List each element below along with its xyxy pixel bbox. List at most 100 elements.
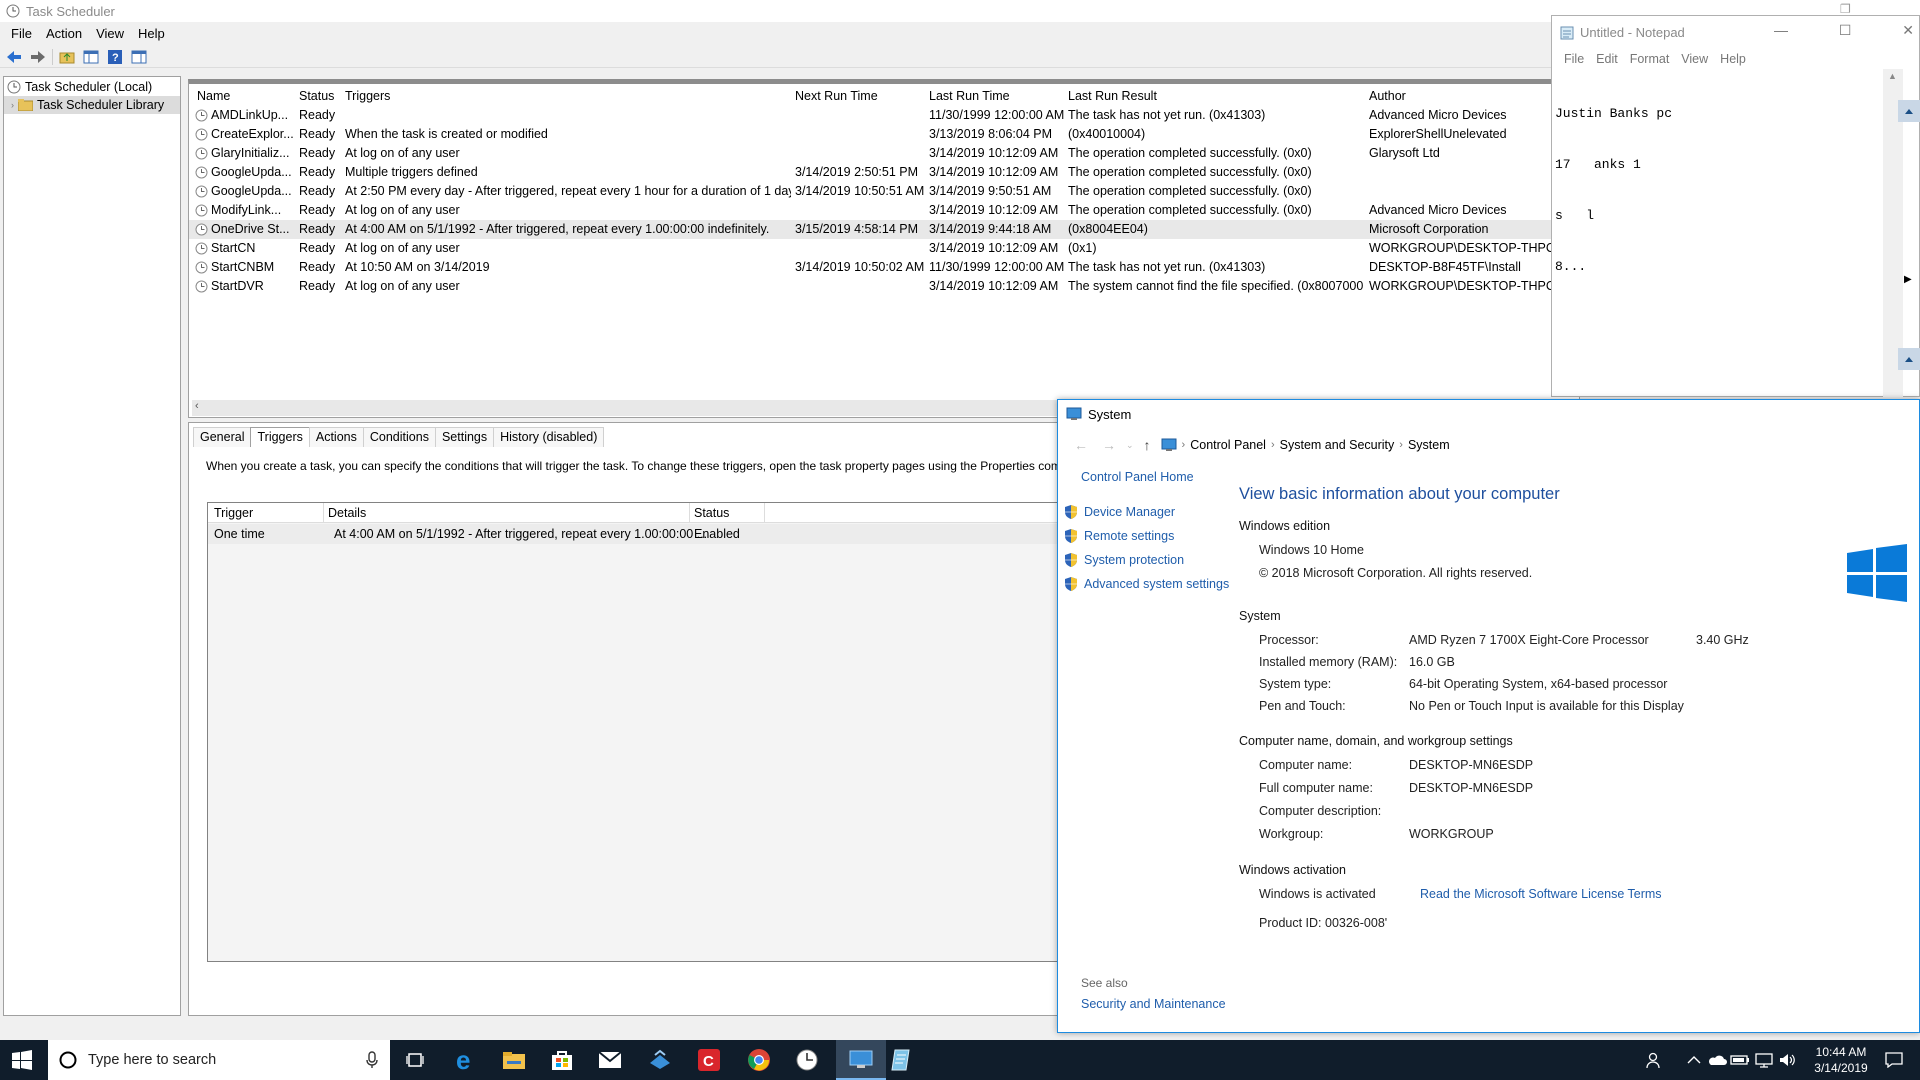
scroll-up-icon[interactable]: ▲ (1888, 71, 1897, 81)
breadcrumb-system[interactable]: System (1408, 438, 1450, 452)
shield-icon (1064, 528, 1078, 544)
up-arrow-icon[interactable]: ↑ (1144, 437, 1151, 453)
table-row[interactable]: GoogleUpda... Ready Multiple triggers defi… (189, 163, 1589, 182)
expand-arrow-icon[interactable]: ▶ (1904, 274, 1912, 285)
tree-item-local[interactable]: Task Scheduler (Local) (4, 78, 180, 96)
column-header[interactable]: Status (694, 506, 729, 520)
table-row[interactable]: StartCNBM Ready At 10:50 AM on 3/14/2019 3/… (189, 258, 1589, 277)
network-app-icon[interactable] (646, 1046, 674, 1074)
task-triggers: When the task is created or modified (345, 127, 548, 141)
task-last-run: 3/14/2019 10:12:09 AM (929, 146, 1059, 160)
column-header[interactable]: Status (299, 89, 334, 103)
menu-edit[interactable]: Edit (1590, 52, 1624, 66)
system-taskbar-button[interactable] (836, 1040, 886, 1080)
notepad-text-area[interactable]: Justin Banks pc 17 anks 1 s l 8... (1555, 71, 1885, 391)
ccleaner-icon[interactable]: C (695, 1046, 723, 1074)
microphone-icon[interactable] (366, 1051, 378, 1069)
back-arrow-icon[interactable]: ← (1074, 437, 1088, 453)
minimize-icon[interactable]: — (1774, 22, 1788, 39)
table-row[interactable]: CreateExplor... Ready When the task is cre… (189, 125, 1589, 144)
column-header[interactable]: Trigger (214, 506, 253, 520)
device-manager-link[interactable]: Device Manager (1064, 502, 1175, 522)
folder-up-icon[interactable] (57, 47, 77, 67)
file-explorer-icon[interactable] (500, 1046, 528, 1074)
menu-help[interactable]: Help (131, 26, 172, 41)
show-hide-pane-icon[interactable] (81, 47, 101, 67)
table-row[interactable]: StartDVR Ready At log on of any user 3/14/2… (189, 277, 1589, 296)
table-row[interactable]: AMDLinkUp... Ready 11/30/1999 12:00:00 AM T… (189, 106, 1589, 125)
tab-settings[interactable]: Settings (434, 427, 495, 447)
task-result: The operation completed successfully. (0… (1068, 203, 1312, 217)
column-header[interactable]: Author (1369, 89, 1406, 103)
scroll-left-icon[interactable]: ‹ (195, 400, 199, 412)
maximize-icon[interactable]: ☐ (1839, 22, 1852, 39)
store-icon[interactable] (548, 1046, 576, 1074)
search-box[interactable]: Type here to search (48, 1040, 390, 1080)
back-arrow-icon[interactable] (4, 47, 24, 67)
clock[interactable]: 10:44 AM 3/14/2019 (1808, 1044, 1874, 1076)
scroll-up-icon[interactable] (1898, 348, 1920, 370)
tab-general[interactable]: General (193, 427, 252, 447)
breadcrumb-control-panel[interactable]: Control Panel (1190, 438, 1266, 452)
table-row[interactable]: GlaryInitializ... Ready At log on of any u… (189, 144, 1589, 163)
help-icon[interactable]: ? (105, 47, 125, 67)
menu-view[interactable]: View (89, 26, 131, 41)
remote-settings-link[interactable]: Remote settings (1064, 526, 1174, 546)
system-protection-link[interactable]: System protection (1064, 550, 1184, 570)
chevron-right-icon[interactable]: › (11, 100, 14, 110)
task-last-run: 3/14/2019 10:12:09 AM (929, 203, 1059, 217)
menu-format[interactable]: Format (1624, 52, 1676, 66)
table-row[interactable]: One time At 4:00 AM on 5/1/1992 - After … (208, 524, 1066, 544)
menu-file[interactable]: File (1558, 52, 1590, 66)
table-row[interactable]: OneDrive St... Ready At 4:00 AM on 5/1/199… (189, 220, 1589, 239)
chevron-down-icon[interactable]: ⌄ (1126, 440, 1134, 451)
control-panel-home-link[interactable]: Control Panel Home (1081, 467, 1194, 487)
people-icon[interactable] (1641, 1046, 1669, 1074)
clock-time: 10:44 AM (1815, 1045, 1867, 1059)
column-header[interactable]: Triggers (345, 89, 390, 103)
tab-actions[interactable]: Actions (308, 427, 364, 447)
menu-help[interactable]: Help (1714, 52, 1752, 66)
breadcrumb-system-security[interactable]: System and Security (1280, 438, 1395, 452)
column-header[interactable]: Name (197, 89, 230, 103)
column-header[interactable]: Details (328, 506, 366, 520)
task-next-run: 3/15/2019 4:58:14 PM (795, 222, 919, 236)
scroll-up-icon[interactable] (1898, 100, 1920, 122)
column-header[interactable]: Next Run Time (795, 89, 878, 103)
mail-icon[interactable] (596, 1046, 624, 1074)
menu-file[interactable]: File (4, 26, 39, 41)
menu-bar: File Action View Help (0, 23, 172, 43)
task-result: The operation completed successfully. (0… (1068, 184, 1312, 198)
table-row[interactable]: StartCN Ready At log on of any user 3/14/20… (189, 239, 1589, 258)
advanced-system-settings-link[interactable]: Advanced system settings (1064, 574, 1229, 594)
notepad-taskbar-icon[interactable] (888, 1046, 916, 1074)
task-scheduler-icon[interactable] (793, 1046, 821, 1074)
processor-value: AMD Ryzen 7 1700X Eight-Core Processor (1409, 633, 1649, 647)
forward-arrow-icon[interactable] (28, 47, 48, 67)
volume-icon[interactable] (1773, 1046, 1801, 1074)
action-center-icon[interactable] (1880, 1046, 1908, 1074)
tree-item-library[interactable]: › Task Scheduler Library (4, 96, 180, 114)
tab-conditions[interactable]: Conditions (362, 427, 436, 447)
forward-arrow-icon[interactable]: → (1102, 437, 1116, 453)
menu-view[interactable]: View (1675, 52, 1714, 66)
start-button[interactable] (12, 1050, 32, 1070)
task-clock-icon (195, 128, 208, 141)
column-header[interactable]: Last Run Time (929, 89, 1010, 103)
windows-edition-section: Windows edition (1239, 519, 1331, 533)
tab-triggers[interactable]: Triggers (250, 427, 310, 447)
column-header[interactable]: Last Run Result (1068, 89, 1157, 103)
tab-history[interactable]: History (disabled) (493, 427, 605, 447)
task-triggers: At log on of any user (345, 241, 460, 255)
properties-pane-icon[interactable] (129, 47, 149, 67)
chrome-icon[interactable] (745, 1046, 773, 1074)
close-icon[interactable]: ✕ (1902, 22, 1914, 39)
license-terms-link[interactable]: Read the Microsoft Software License Term… (1420, 887, 1662, 901)
table-row[interactable]: GoogleUpda... Ready At 2:50 PM every day -… (189, 182, 1589, 201)
address-bar: ← → ⌄ ↑ › Control Panel › System and Sec… (1058, 432, 1920, 458)
table-row[interactable]: ModifyLink... Ready At log on of any user 3… (189, 201, 1589, 220)
task-view-icon[interactable] (401, 1046, 429, 1074)
security-maintenance-link[interactable]: Security and Maintenance (1081, 994, 1226, 1014)
edge-browser-icon[interactable]: e (452, 1046, 480, 1074)
menu-action[interactable]: Action (39, 26, 89, 41)
